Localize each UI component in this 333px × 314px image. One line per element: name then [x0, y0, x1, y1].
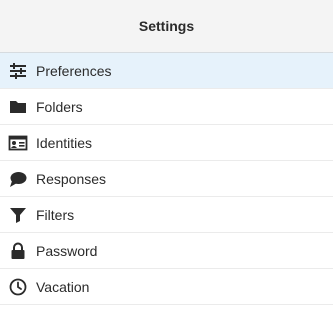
- menu-item-vacation[interactable]: Vacation: [0, 269, 333, 305]
- menu-item-label: Password: [36, 242, 98, 259]
- menu-item-label: Filters: [36, 206, 75, 223]
- menu-item-responses[interactable]: Responses: [0, 161, 333, 197]
- id-card-icon: [8, 133, 28, 153]
- page-title: Settings: [138, 18, 195, 34]
- menu-item-identities[interactable]: Identities: [0, 125, 333, 161]
- settings-panel: Settings Preferences Folders Identities …: [0, 0, 333, 314]
- menu-item-preferences[interactable]: Preferences: [0, 53, 333, 89]
- speech-bubble-icon: [8, 169, 28, 189]
- settings-header: Settings: [0, 0, 333, 53]
- settings-menu: Preferences Folders Identities Responses…: [0, 53, 333, 305]
- menu-item-label: Responses: [36, 170, 107, 187]
- sliders-icon: [8, 61, 28, 81]
- lock-icon: [8, 241, 28, 261]
- menu-item-folders[interactable]: Folders: [0, 89, 333, 125]
- folder-icon: [8, 97, 28, 117]
- menu-item-label: Folders: [36, 98, 83, 115]
- menu-item-label: Preferences: [36, 62, 112, 79]
- menu-item-filters[interactable]: Filters: [0, 197, 333, 233]
- filter-icon: [8, 205, 28, 225]
- menu-item-label: Vacation: [36, 278, 90, 295]
- menu-item-password[interactable]: Password: [0, 233, 333, 269]
- clock-icon: [8, 277, 28, 297]
- menu-item-label: Identities: [36, 134, 93, 151]
